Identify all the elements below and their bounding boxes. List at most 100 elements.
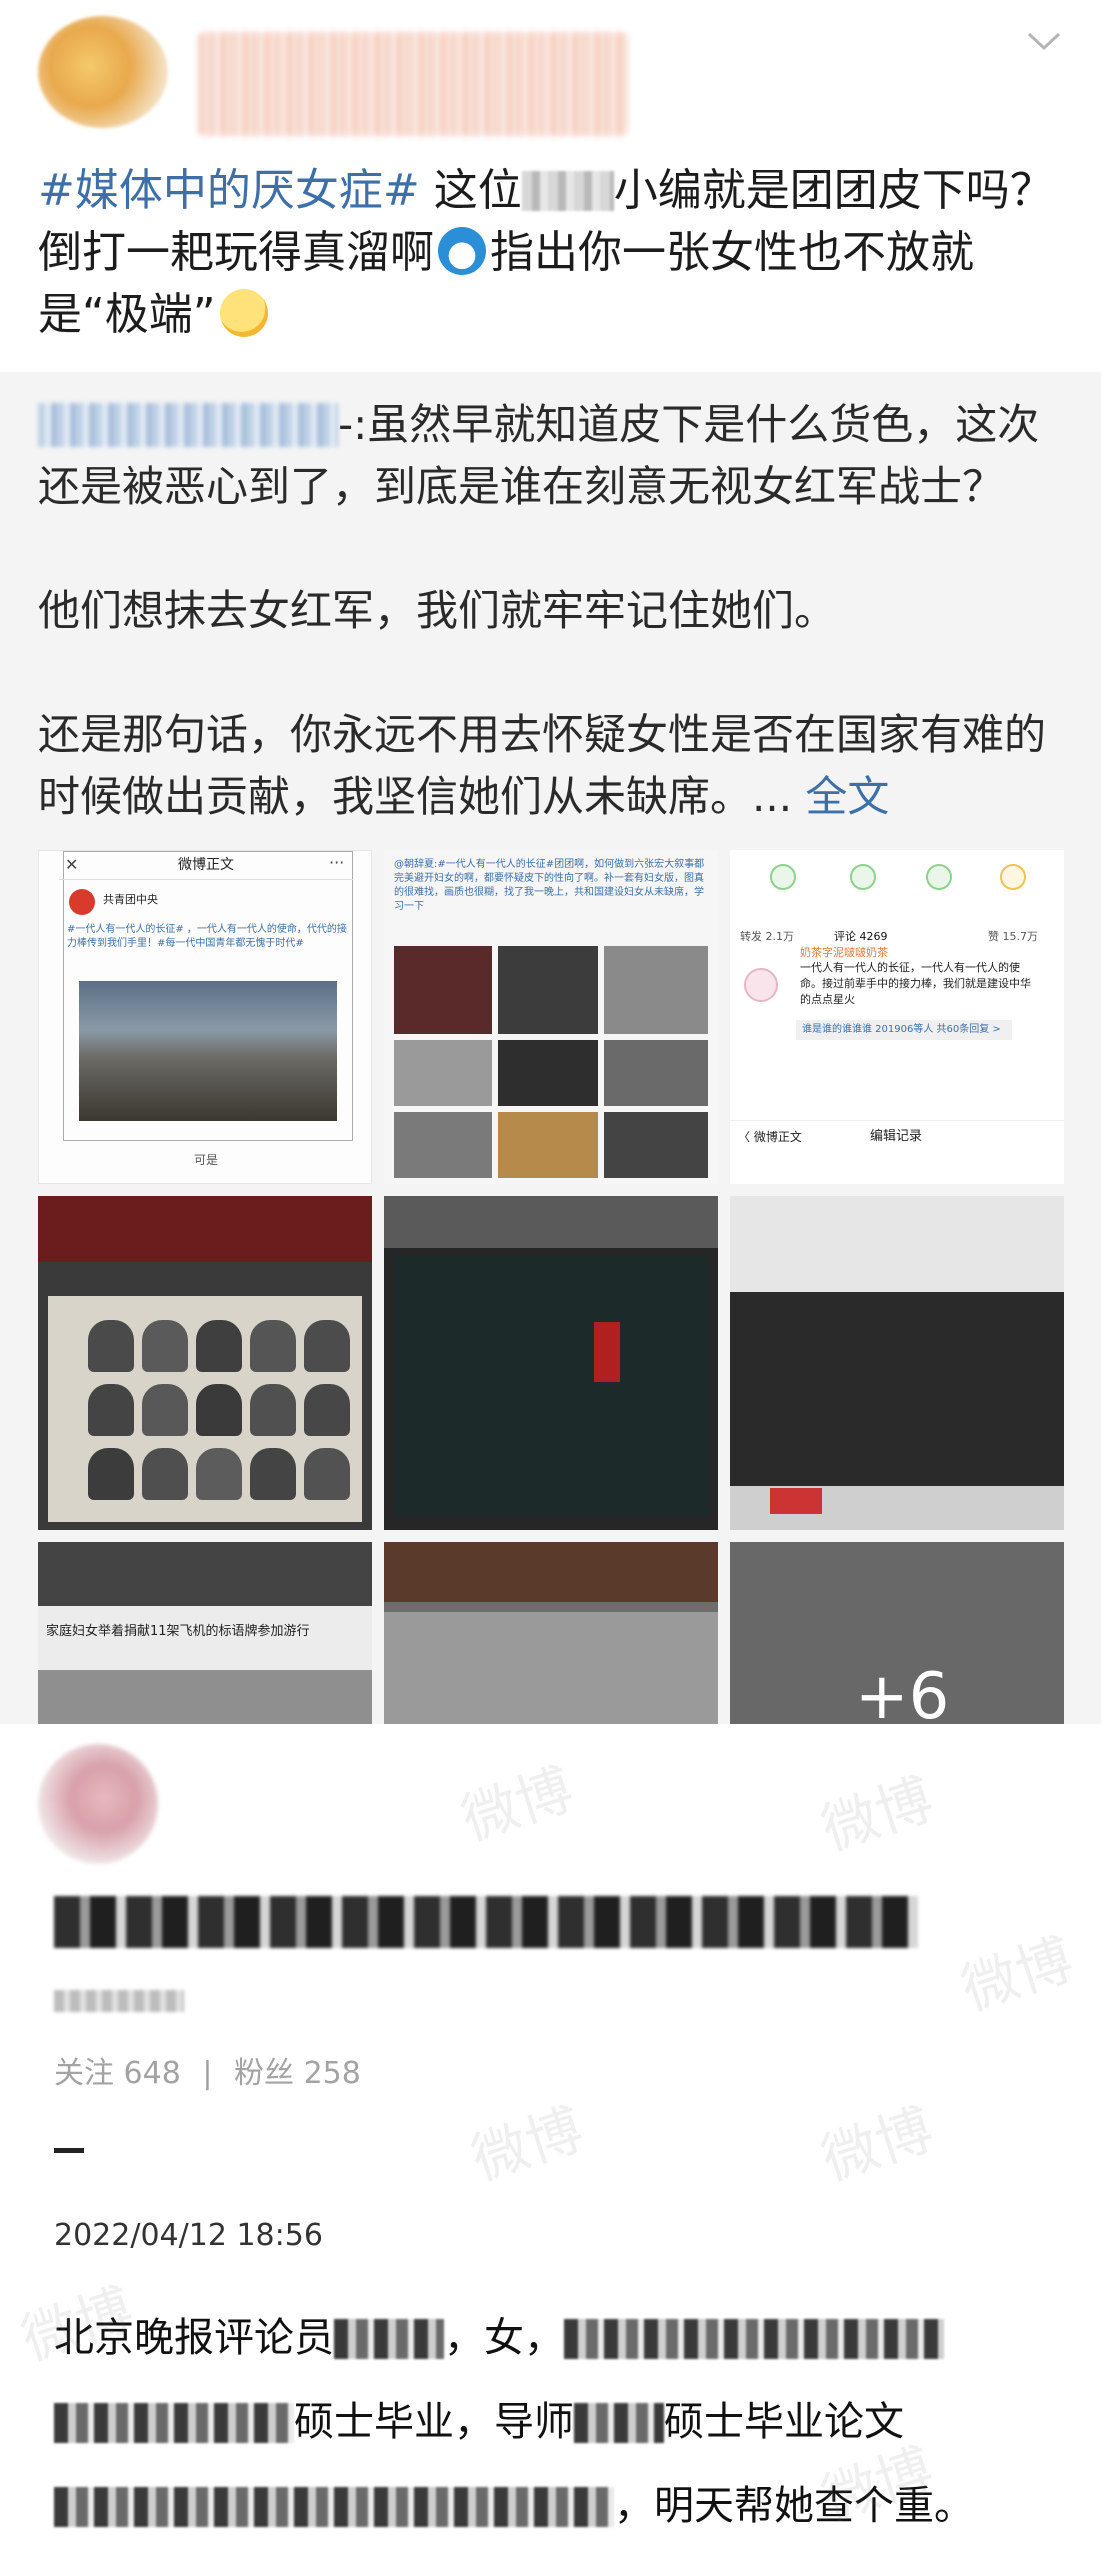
chevron-down-icon[interactable] [1025,26,1063,56]
weibo-watermark: 微博 [464,2097,591,2194]
profile-name-blurred [54,1896,918,1948]
photo-thumb [498,1040,598,1106]
portrait [142,1448,188,1500]
mosaic-redaction [574,2403,664,2443]
share-icon [770,864,796,890]
photo-sky [730,1196,1064,1306]
photo-top [384,1196,718,1248]
memorial-wall [394,1256,708,1516]
soldiers-row [730,1292,1064,1492]
more-replies-link: 谁是谁的谁谁谁 201906等人 共60条回复 > [796,1020,1012,1040]
author-name-blurred[interactable] [198,32,628,136]
image-tile-4[interactable] [38,1196,372,1530]
portrait [88,1384,134,1436]
doraemon-emoji-icon [438,227,486,275]
portrait [196,1320,242,1372]
portrait [250,1448,296,1500]
edit-record-title: 编辑记录 [870,1129,923,1144]
image-tile-6[interactable] [730,1196,1064,1530]
portrait [304,1448,350,1500]
tile-caption: 可是 [193,1153,218,1167]
painting-image [79,981,337,1121]
repost-count: 转发 2.1万 [740,930,794,943]
photo-thumb [604,1112,708,1178]
like-icon [926,864,952,890]
image-tile-8[interactable] [384,1542,718,1724]
portrait [88,1448,134,1500]
author-avatar[interactable] [38,16,168,128]
portrait [142,1320,188,1372]
portrait [250,1384,296,1436]
fans-label[interactable]: 粉丝 [234,2056,294,2091]
photo-bottom [38,1670,372,1724]
mosaic-redaction [334,2319,444,2359]
mosaic-redaction [564,2319,944,2359]
account-name: 共青团中央 [103,893,158,906]
image-tile-5[interactable] [384,1196,718,1530]
portrait [304,1320,350,1372]
tile-body-text: #一代人有一代人的长征# ，一代人有一代人的使命，代代的接力棒传到我们手里！#每… [67,924,347,949]
mosaic-redaction [521,171,614,211]
photo-thumb [604,1040,708,1106]
photo-thumb [394,1040,492,1106]
photo-thumb [394,946,492,1034]
image-tile-2[interactable]: @朝辞夏:#一代人有一代人的长征#团团啊，如何做到六张宏大叙事都完美避开妇女的啊… [384,850,718,1184]
image-tile-1[interactable]: ✕ 微博正文 ··· 共青团中央 #一代人有一代人的长征# ，一代人有一代人的使… [38,850,372,1184]
portrait [196,1384,242,1436]
profile-avatar[interactable] [38,1744,158,1864]
profile-text-c: 硕士毕业，导师 [294,2399,574,2445]
mosaic-redaction [54,2487,614,2527]
follow-count[interactable]: 648 [124,2056,181,2091]
portrait [250,1320,296,1372]
photo-top [384,1542,718,1602]
follow-stats: 关注 648 | 粉丝 258 [54,2048,361,2092]
profile-post-date: 2022/04/12 18:56 [54,2218,323,2253]
portrait [196,1448,242,1500]
stamp-logo [770,1488,822,1514]
image-tile-3[interactable]: 转发 2.1万 评论 4269 赞 15.7万 奶茶字泥啵啵奶茶 一代人有一代人… [730,850,1064,1184]
back-link: 〈 微博正文 [738,1130,802,1144]
follow-label[interactable]: 关注 [54,2056,114,2091]
commenter-avatar [744,968,778,1002]
thinking-face-emoji-icon [219,289,268,337]
tile-header: 微博正文 [59,851,353,880]
edit-record-bar: 〈 微博正文 编辑记录 [730,1120,1064,1153]
weibo-watermark: 微博 [814,2097,941,2194]
portrait [304,1384,350,1436]
hashtag-link[interactable]: #媒体中的厌女症# [38,165,420,216]
stats-separator: | [202,2056,213,2091]
post-body: #媒体中的厌女症# 这位 小编就是团团皮下吗？倒打一耙玩得真溜啊 指出你一张女性也不… [38,160,1068,346]
fans-count[interactable]: 258 [304,2056,361,2091]
photo-top [38,1542,372,1606]
full-text-link[interactable]: 全文 [805,772,889,821]
photo-thumb [604,946,708,1034]
profile-text-b: ，女， [444,2315,564,2361]
weibo-watermark: 微博 [814,1767,941,1864]
comment-count: 评论 4269 [834,930,888,943]
more-images-count[interactable]: +6 [855,1660,949,1724]
comment-icon [850,864,876,890]
photo-thumb [498,1112,598,1178]
tile-body-text: @朝辞夏:#一代人有一代人的长征#团团啊，如何做到六张宏大叙事都完美避开妇女的啊… [394,859,705,912]
red-marker [594,1322,620,1382]
bookmark-icon [1000,864,1026,890]
account-logo-icon [69,889,95,915]
portrait [142,1384,188,1436]
photo-header [38,1196,372,1262]
image-tile-9[interactable]: +6 [730,1542,1064,1724]
profile-text-d: 硕士毕业论文 [664,2399,904,2445]
weibo-watermark: 微博 [454,1757,581,1854]
profile-subtitle-blurred [54,1990,184,2012]
photo-thumb [498,946,598,1034]
mountain [384,1612,718,1724]
repost-author-blurred[interactable] [38,403,338,447]
bio-dash [54,2148,84,2153]
image-tile-7[interactable]: 家庭妇女举着捐献11架飞机的标语牌参加游行 [38,1542,372,1724]
comment-text: 一代人有一代人的长征，一代人有一代人的使命。接过前辈手中的接力棒，我们就是建设中… [800,961,1031,1006]
weibo-watermark: 微博 [954,1927,1081,2024]
commenter-name: 奶茶字泥啵啵奶茶 [800,946,888,959]
portrait [88,1320,134,1372]
like-count: 赞 15.7万 [988,930,1038,943]
more-icon: ··· [329,853,345,872]
tile-caption: 家庭妇女举着捐献11架飞机的标语牌参加游行 [46,1624,310,1639]
